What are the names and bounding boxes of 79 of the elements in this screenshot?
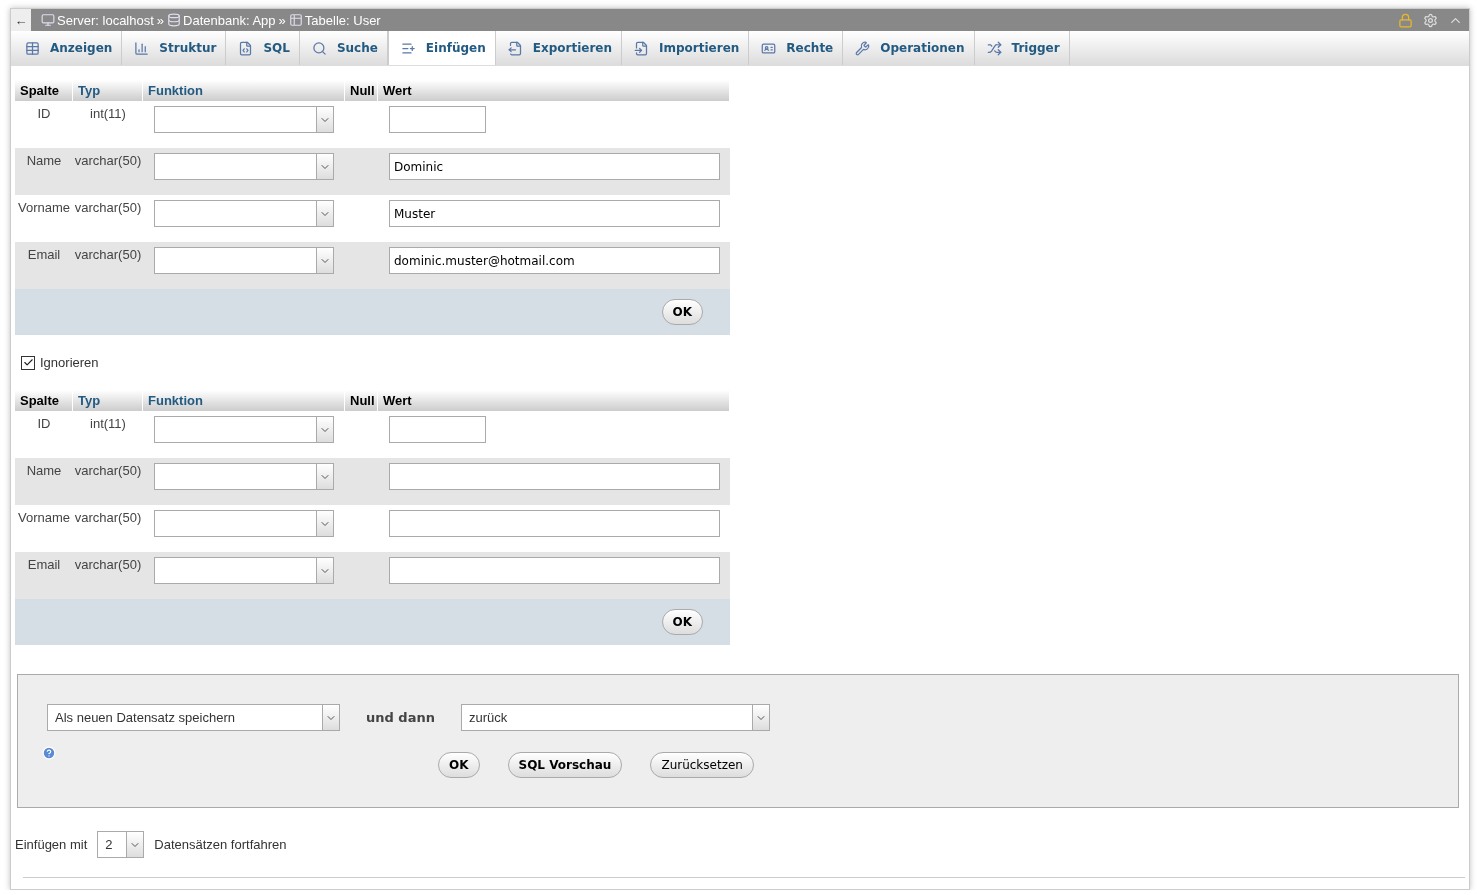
value-input[interactable] — [389, 463, 720, 490]
breadcrumb-separator: » — [278, 12, 286, 28]
ok-button[interactable]: OK — [661, 299, 703, 325]
insert-with-label: Einfügen mit — [15, 837, 88, 852]
database-icon — [167, 13, 182, 27]
settings-icon[interactable] — [1423, 12, 1438, 28]
ignore-checkbox[interactable] — [21, 355, 35, 370]
table-icon — [288, 13, 303, 27]
column-type: varchar(50) — [73, 148, 143, 195]
function-select[interactable] — [154, 200, 334, 227]
file-export-icon — [507, 40, 523, 56]
tab[interactable]: Suche — [299, 31, 388, 65]
column-header: Wert — [378, 390, 730, 411]
and-then-label: und dann — [366, 710, 435, 725]
column-header: Wert — [378, 80, 730, 101]
row-count-select[interactable]: 2 — [97, 831, 145, 858]
save-mode-select[interactable]: Als neuen Datensatz speichern — [47, 704, 340, 731]
column-name: Name — [15, 458, 73, 505]
tab[interactable]: Operationen — [843, 31, 975, 65]
form-button[interactable]: Zurücksetzen — [650, 752, 754, 778]
value-input[interactable]: Muster — [389, 200, 720, 227]
column-header: Spalte — [15, 390, 73, 411]
value-input[interactable] — [389, 416, 486, 443]
ignore-label: Ignorieren — [40, 355, 99, 370]
function-select[interactable] — [154, 463, 334, 490]
breadcrumb-link[interactable]: Tabelle: User — [304, 12, 381, 28]
shuffle-icon — [986, 40, 1002, 56]
after-action-select[interactable]: zurück — [460, 704, 770, 731]
ok-button[interactable]: OK — [661, 609, 703, 635]
form-button[interactable]: OK — [438, 752, 480, 778]
column-header: Spalte — [15, 80, 73, 101]
help-icon[interactable] — [42, 746, 56, 760]
id-card-icon — [761, 40, 777, 56]
value-input[interactable]: Dominic — [389, 153, 720, 180]
value-input[interactable] — [389, 106, 486, 133]
breadcrumb-separator: » — [156, 12, 165, 28]
column-header[interactable]: Funktion — [143, 390, 345, 411]
column-name: Name — [15, 148, 73, 195]
function-select[interactable] — [154, 153, 334, 180]
tab[interactable]: Anzeigen — [13, 31, 123, 65]
column-type: varchar(50) — [73, 458, 143, 505]
value-input[interactable] — [389, 557, 720, 584]
file-import-icon — [634, 40, 650, 56]
value-input[interactable] — [389, 510, 720, 537]
function-select[interactable] — [154, 247, 334, 274]
function-select[interactable] — [154, 510, 334, 537]
lock-icon[interactable] — [1398, 12, 1413, 28]
server-icon — [41, 13, 55, 27]
tab[interactable]: Trigger — [974, 31, 1070, 65]
column-header[interactable]: Funktion — [143, 80, 345, 101]
breadcrumb-link[interactable]: Datenbank: App — [183, 12, 276, 28]
value-input[interactable]: dominic.muster@hotmail.com — [389, 247, 720, 274]
function-select[interactable] — [154, 557, 334, 584]
continue-label: Datensätzen fortfahren — [154, 837, 287, 852]
tab[interactable]: Exportieren — [495, 31, 623, 65]
search-icon — [311, 40, 327, 56]
function-select[interactable] — [154, 106, 334, 133]
breadcrumb-link[interactable]: Server: localhost — [57, 12, 154, 28]
tab[interactable]: Struktur — [122, 31, 227, 65]
tab[interactable]: Einfügen — [387, 31, 496, 65]
wrench-icon — [855, 40, 871, 56]
tab[interactable]: SQL — [226, 31, 300, 65]
column-name: Email — [15, 552, 73, 599]
table-icon — [25, 40, 40, 56]
tab[interactable]: Rechte — [749, 31, 844, 65]
chart-icon — [134, 40, 150, 56]
back-button[interactable]: ← — [11, 9, 31, 31]
list-plus-icon — [400, 40, 416, 56]
form-button[interactable]: SQL Vorschau — [507, 752, 623, 778]
column-header[interactable]: Typ — [73, 80, 143, 101]
column-type: varchar(50) — [73, 552, 143, 599]
tab[interactable]: Importieren — [622, 31, 750, 65]
column-type: varchar(50) — [73, 242, 143, 289]
column-header: Null — [345, 390, 378, 411]
code-file-icon — [238, 40, 254, 56]
column-header: Null — [345, 80, 378, 101]
function-select[interactable] — [154, 416, 334, 443]
column-name: Email — [15, 242, 73, 289]
column-header[interactable]: Typ — [73, 390, 143, 411]
